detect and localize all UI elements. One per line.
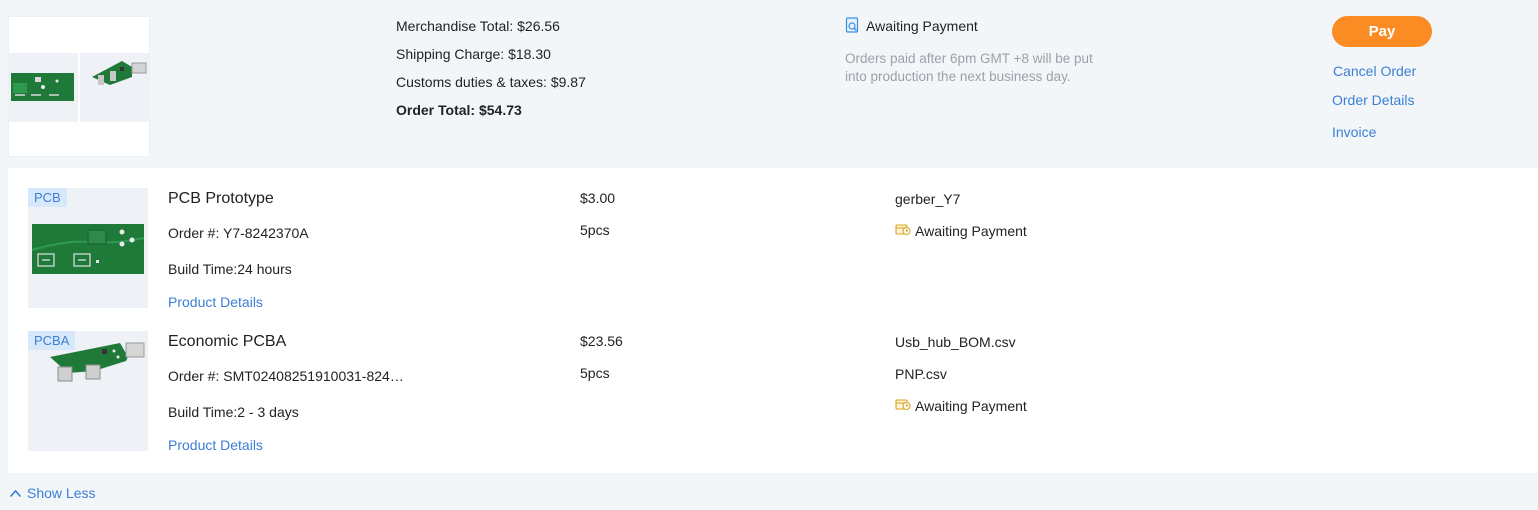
show-less-toggle[interactable]: Show Less [9, 485, 95, 501]
product-name: Economic PCBA [168, 333, 287, 350]
item-quantity: 5pcs [580, 222, 610, 238]
file-name: PNP.csv [895, 366, 947, 382]
item-files: gerber_Y7 Awaiting Payment [895, 190, 1027, 239]
item-status: Awaiting Payment [895, 222, 1027, 239]
pay-button[interactable]: Pay [1332, 16, 1432, 47]
invoice-link[interactable]: Invoice [1332, 124, 1376, 140]
list-item: PCB PCB Prototype Order #: Y7-8242370A B… [8, 168, 1538, 310]
item-price: $3.00 [580, 190, 616, 206]
order-details-link[interactable]: Order Details [1332, 92, 1414, 108]
item-status: Awaiting Payment [895, 397, 1027, 414]
cancel-order-link[interactable]: Cancel Order [1333, 63, 1416, 79]
order-thumbnail [8, 16, 150, 157]
product-name: PCB Prototype [168, 190, 274, 207]
item-price: $23.56 [580, 333, 623, 349]
product-details-link[interactable]: Product Details [168, 437, 263, 453]
build-time: Build Time:24 hours [168, 261, 292, 277]
item-status-text: Awaiting Payment [915, 397, 1027, 414]
product-tag: PCB [28, 188, 67, 207]
product-tag: PCBA [28, 331, 76, 350]
item-files: Usb_hub_BOM.csv PNP.csv Awaiting Payment [895, 333, 1027, 414]
product-details-link[interactable]: Product Details [168, 294, 263, 310]
file-name: gerber_Y7 [895, 191, 961, 207]
order-summary: Merchandise Total: $26.56 Shipping Charg… [0, 0, 1538, 168]
order-number: Order #: SMT02408251910031-8242370A [168, 368, 408, 384]
build-time: Build Time:2 - 3 days [168, 404, 299, 420]
show-less-label: Show Less [27, 485, 96, 501]
status-text: Awaiting Payment [866, 18, 978, 34]
product-image: PCBA [28, 331, 148, 451]
wallet-clock-icon [895, 222, 911, 239]
order-actions: Pay Cancel Order Order Details Invoice [1332, 16, 1432, 140]
pcb-thumbnail [9, 53, 78, 122]
order-number: Order #: Y7-8242370A [168, 225, 309, 241]
wallet-clock-icon [895, 397, 911, 414]
chevron-up-icon [9, 489, 22, 497]
order-totals: Merchandise Total: $26.56 Shipping Charg… [396, 17, 586, 129]
order-items: PCB PCB Prototype Order #: Y7-8242370A B… [8, 168, 1538, 473]
item-status-text: Awaiting Payment [915, 222, 1027, 239]
item-quantity: 5pcs [580, 365, 610, 381]
merchandise-total: Merchandise Total: $26.56 [396, 18, 560, 34]
order-total: Order Total: $54.73 [396, 102, 522, 118]
pcba-thumbnail [80, 53, 149, 122]
file-name: Usb_hub_BOM.csv [895, 334, 1016, 350]
status-note: Orders paid after 6pm GMT +8 will be put… [845, 51, 1093, 84]
customs-taxes: Customs duties & taxes: $9.87 [396, 74, 586, 90]
product-image: PCB [28, 188, 148, 308]
search-doc-icon [845, 16, 860, 36]
status-line: Awaiting Payment [845, 16, 1125, 36]
shipping-charge: Shipping Charge: $18.30 [396, 46, 551, 62]
list-item: PCBA Economic PCBA Order #: SMT024082519… [8, 311, 1538, 453]
order-status: Awaiting Payment Orders paid after 6pm G… [845, 16, 1125, 86]
